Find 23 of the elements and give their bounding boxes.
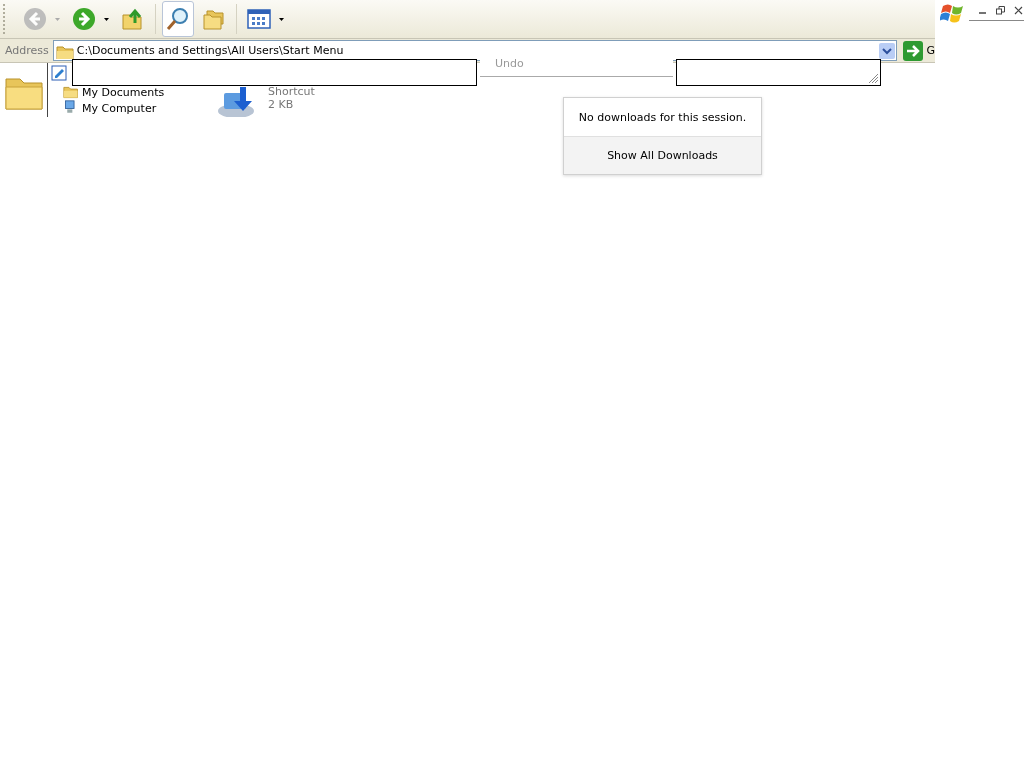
dropdown-button[interactable] [879,42,896,59]
views-icon [247,7,271,31]
restore-icon[interactable] [996,6,1005,15]
address-label: Address [4,44,49,57]
tree-item[interactable]: My Documents [82,85,165,99]
windows-logo-icon [940,2,964,24]
folder-icon [63,84,79,100]
close-icon[interactable] [1014,6,1023,15]
caret-icon[interactable] [279,17,284,21]
search-icon [166,7,190,31]
tree-item[interactable]: My Computer [82,101,157,115]
show-all-downloads-button[interactable]: Show All Downloads [564,137,761,174]
file-type: Shortcut [268,85,315,98]
text-area[interactable] [676,59,881,86]
edit-page-icon [51,65,67,81]
file-size: 2 KB [268,98,295,111]
folders-icon [202,7,226,31]
toolbar-grip [3,4,7,34]
caret-icon[interactable] [104,17,109,21]
resize-grip-icon[interactable] [867,72,879,84]
folder-arrow-icon [121,7,145,31]
search-button[interactable] [162,1,194,37]
text-field[interactable] [72,59,477,86]
